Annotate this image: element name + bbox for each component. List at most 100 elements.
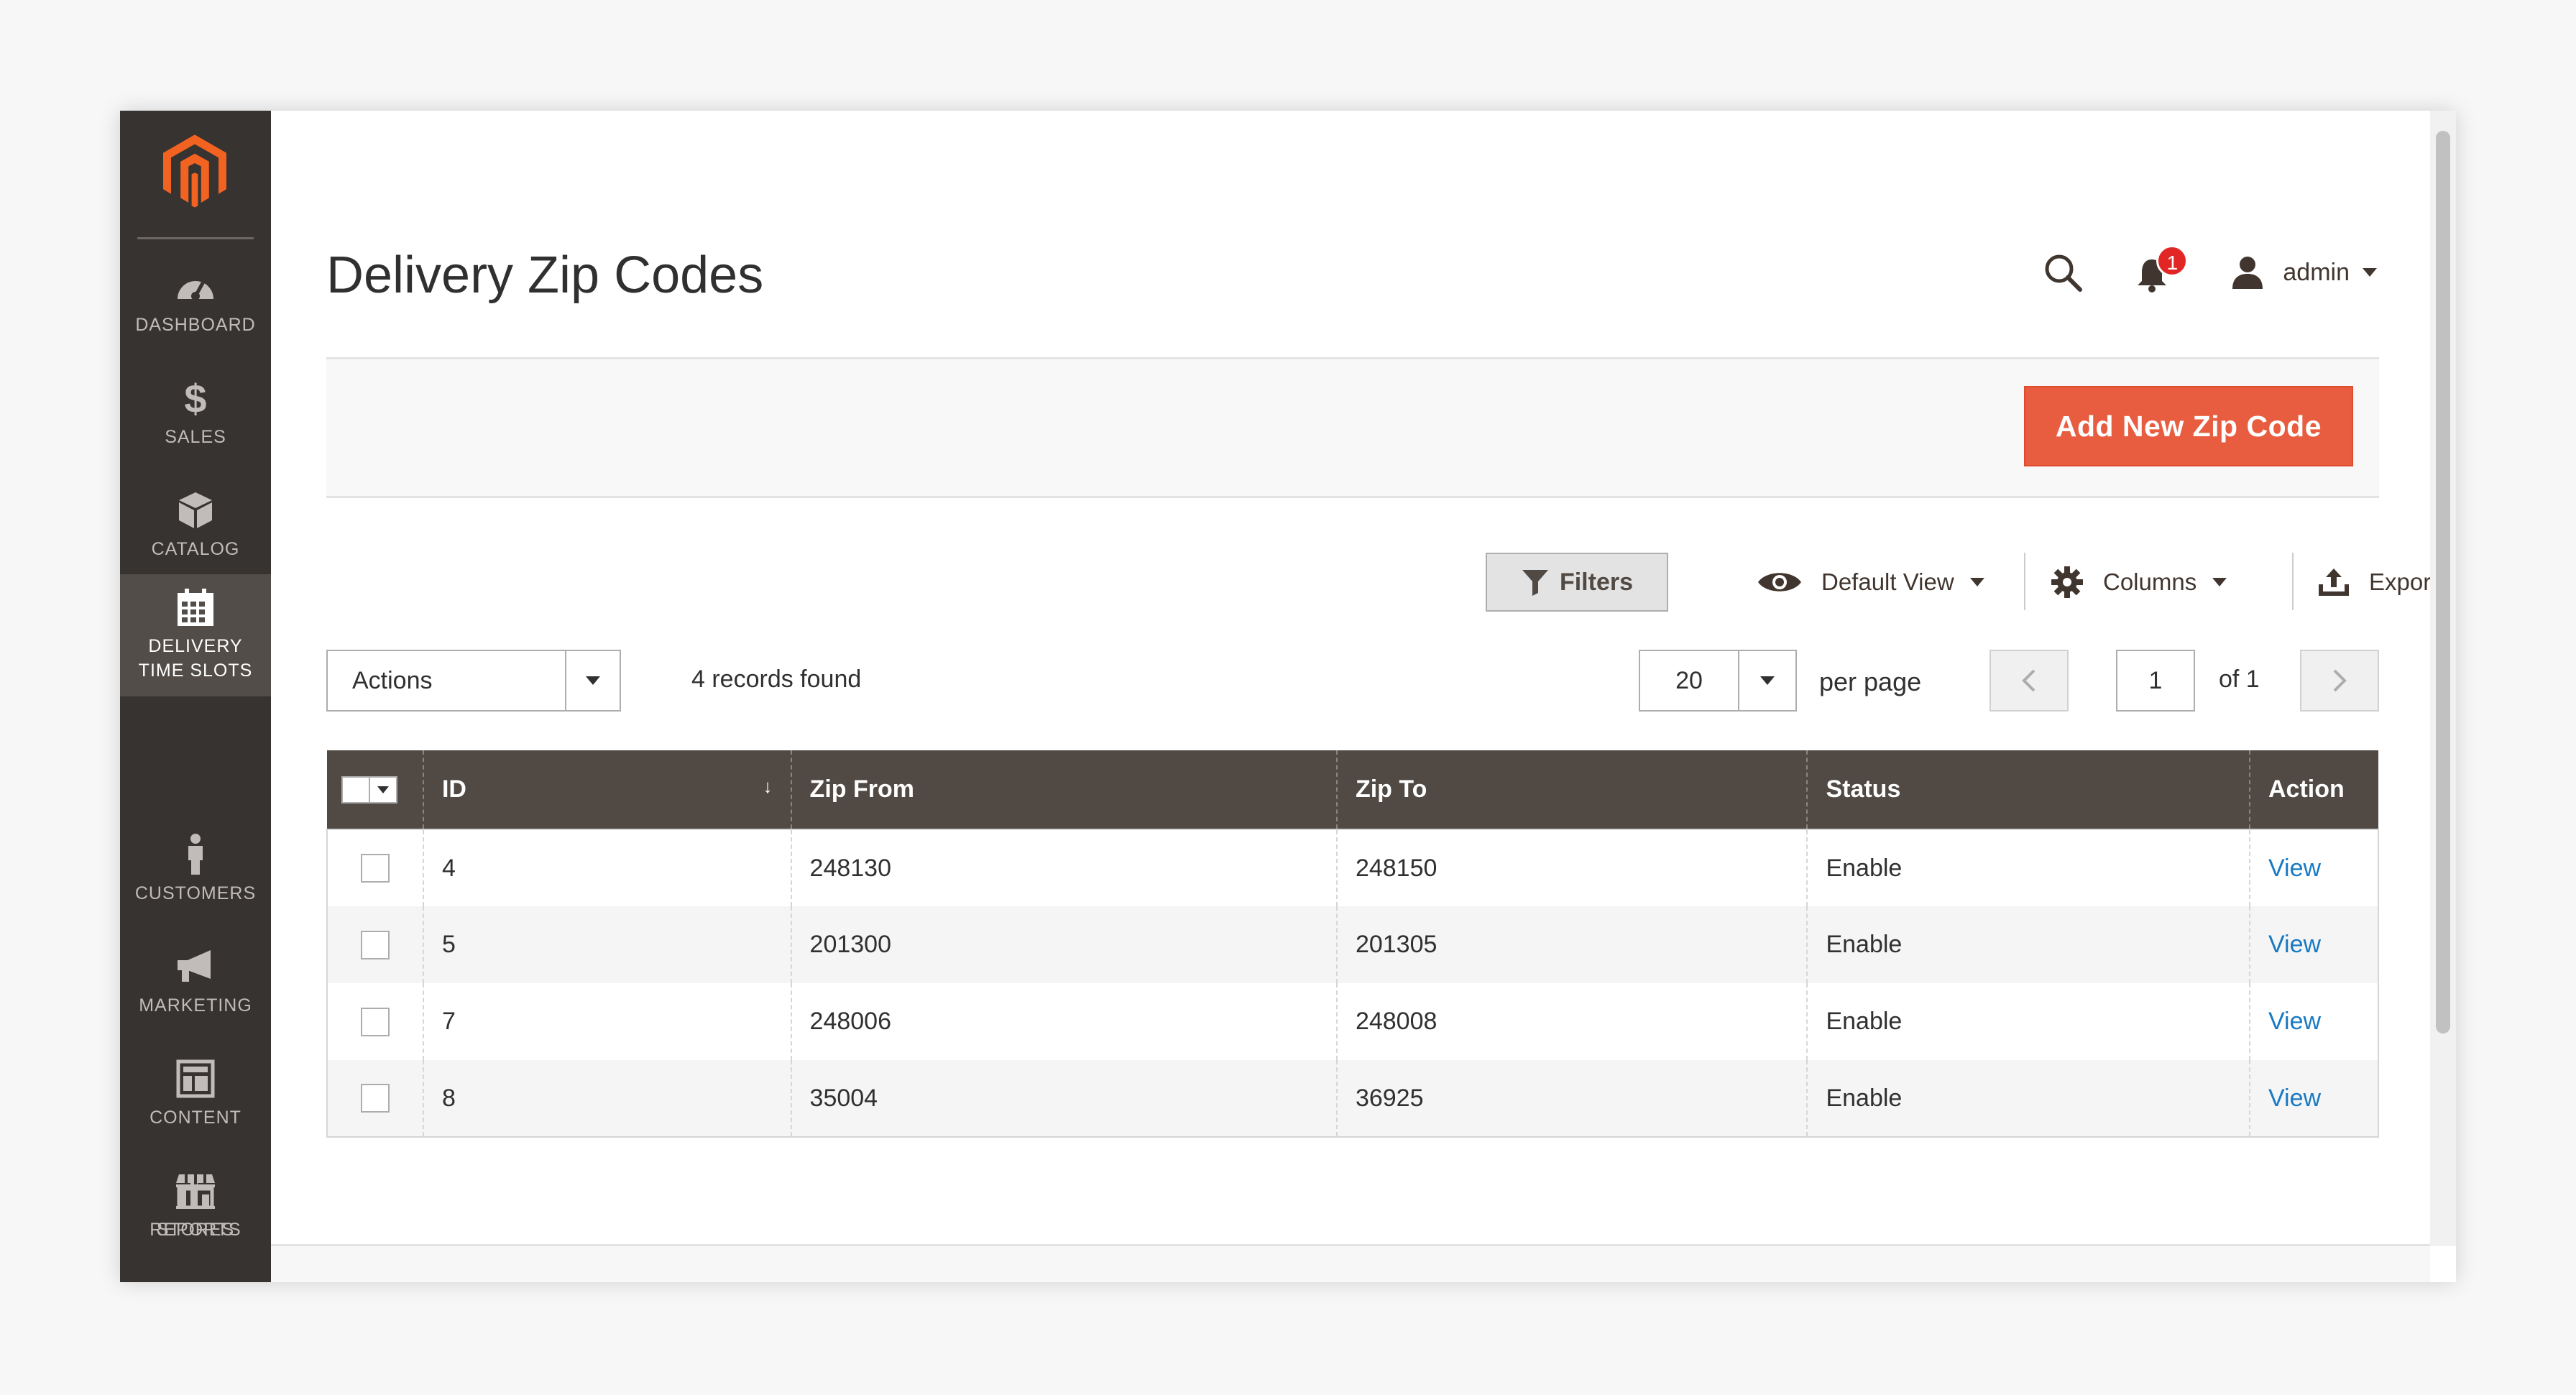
sidebar-item-label: STORES: [156, 1220, 235, 1240]
view-link[interactable]: View: [2268, 1008, 2321, 1035]
page-actions-bar: Add New Zip Code: [326, 357, 2379, 498]
filters-button[interactable]: Filters: [1486, 553, 1668, 612]
column-header-id[interactable]: ID ↓: [422, 750, 791, 829]
chevron-down-icon[interactable]: [1738, 651, 1795, 710]
sidebar-item-label: SALES: [165, 427, 226, 447]
add-new-zip-code-button[interactable]: Add New Zip Code: [2023, 386, 2353, 466]
search-icon[interactable]: [2041, 251, 2084, 294]
grid-pager-row: Actions 4 records found 20 per page of 1: [326, 650, 2379, 714]
row-select-cell: [327, 906, 423, 983]
cell-status: Enable: [1806, 983, 2250, 1060]
box-icon: [178, 491, 213, 530]
sidebar-item-label: DASHBOARD: [135, 315, 256, 335]
dashboard-icon: [175, 267, 216, 305]
megaphone-icon: [175, 947, 216, 986]
sidebar-item-delivery-time-slots[interactable]: DELIVERY TIME SLOTS: [120, 574, 271, 696]
magento-logo[interactable]: [155, 132, 234, 211]
mass-actions-label: Actions: [352, 666, 433, 694]
cell-zip-to: 248150: [1335, 829, 1808, 906]
cell-zip-to: 201305: [1335, 906, 1808, 983]
table-row: 7 248006 248008 Enable View: [327, 983, 2378, 1060]
export-icon: [2319, 568, 2349, 596]
cell-id: 4: [422, 829, 791, 906]
mass-select-checkbox[interactable]: [341, 775, 397, 804]
notification-badge: 1: [2156, 245, 2189, 277]
view-link[interactable]: View: [2268, 1085, 2321, 1112]
sidebar-item-stores[interactable]: STORES: [120, 1153, 271, 1261]
header-actions: 1 admin: [2041, 245, 2377, 298]
scrollbar[interactable]: [2430, 111, 2456, 1246]
logo-divider: [137, 237, 254, 239]
sidebar-item-stores[interactable]: [120, 1265, 271, 1282]
notifications-bell[interactable]: 1: [2136, 245, 2189, 294]
row-select-cell: [327, 983, 423, 1060]
row-checkbox[interactable]: [361, 854, 390, 883]
chevron-left-icon: [2022, 669, 2036, 692]
store-icon: [175, 1171, 216, 1210]
view-link[interactable]: View: [2268, 855, 2321, 882]
default-view-label: Default View: [1821, 568, 1954, 595]
row-checkbox[interactable]: [361, 1084, 390, 1113]
cell-zip-to: 248008: [1335, 983, 1808, 1060]
user-menu[interactable]: admin: [2230, 254, 2377, 290]
sidebar-item-label: CONTENT: [150, 1108, 242, 1128]
row-select-cell: [327, 829, 423, 906]
admin-window: DASHBOARD $ SALES CATALOG DELIVERY TIME …: [120, 111, 2456, 1282]
row-checkbox[interactable]: [361, 1007, 390, 1036]
scrollbar-thumb[interactable]: [2436, 131, 2450, 1033]
table-row: 5 201300 201305 Enable View: [327, 906, 2378, 983]
columns-dropdown[interactable]: Columns: [2050, 553, 2227, 612]
table-row: 8 35004 36925 Enable View: [327, 1060, 2378, 1137]
cell-zip-from: 201300: [790, 906, 1337, 983]
chevron-down-icon[interactable]: [565, 651, 620, 710]
cell-id: 8: [422, 1060, 791, 1137]
mass-actions-select[interactable]: Actions: [326, 650, 621, 712]
per-page-select[interactable]: 20: [1639, 650, 1797, 712]
cell-status: Enable: [1806, 829, 2250, 906]
dollar-icon: $: [181, 378, 210, 418]
calendar-icon: [176, 588, 215, 627]
filters-label: Filters: [1559, 568, 1634, 596]
chevron-right-icon: [2333, 669, 2347, 692]
column-header-zip-from[interactable]: Zip From: [790, 750, 1337, 829]
per-page-label: per page: [1819, 667, 1922, 696]
mass-select-header[interactable]: [327, 750, 423, 829]
previous-page-button[interactable]: [1990, 650, 2069, 712]
cell-zip-from: 35004: [790, 1060, 1337, 1137]
eye-icon: [1758, 573, 1801, 591]
row-checkbox[interactable]: [361, 930, 390, 959]
chevron-down-icon: [2363, 268, 2377, 277]
column-header-zip-to[interactable]: Zip To: [1335, 750, 1808, 829]
user-icon: [2232, 257, 2263, 289]
records-found-count: 4 records found: [691, 666, 862, 693]
gear-icon: [2051, 566, 2083, 598]
svg-text:$: $: [184, 378, 206, 418]
sort-arrow-icon: ↓: [763, 775, 773, 797]
sidebar-item-content[interactable]: CONTENT: [120, 1041, 271, 1148]
default-view-dropdown[interactable]: Default View: [1757, 553, 1984, 612]
cell-status: Enable: [1806, 1060, 2250, 1137]
sidebar-item-dashboard[interactable]: DASHBOARD: [120, 248, 271, 356]
cell-action: View: [2248, 983, 2378, 1060]
cell-status: Enable: [1806, 906, 2250, 983]
zip-codes-grid: ID ↓ Zip From Zip To Status Action 4 248…: [326, 750, 2379, 1138]
export-label: Export: [2369, 568, 2438, 595]
sidebar-item-customers[interactable]: CUSTOMERS: [120, 816, 271, 924]
filter-icon: [1522, 570, 1548, 596]
total-pages: of 1: [2219, 666, 2260, 693]
next-page-button[interactable]: [2300, 650, 2379, 712]
per-page-value: 20: [1675, 666, 1703, 694]
user-name: admin: [2283, 258, 2350, 286]
cell-action: View: [2248, 906, 2378, 983]
sidebar-item-label: CATALOG: [151, 539, 240, 559]
page-title: Delivery Zip Codes: [326, 247, 764, 304]
sidebar-item-label: MARKETING: [139, 995, 252, 1016]
column-header-status[interactable]: Status: [1806, 750, 2250, 829]
view-link[interactable]: View: [2268, 931, 2321, 958]
layout-icon: [176, 1059, 215, 1098]
cell-id: 7: [422, 983, 791, 1060]
sidebar-item-marketing[interactable]: MARKETING: [120, 929, 271, 1036]
current-page-input[interactable]: [2116, 650, 2195, 712]
sidebar-item-sales[interactable]: $ SALES: [120, 360, 271, 468]
sidebar-item-catalog[interactable]: CATALOG: [120, 472, 271, 580]
